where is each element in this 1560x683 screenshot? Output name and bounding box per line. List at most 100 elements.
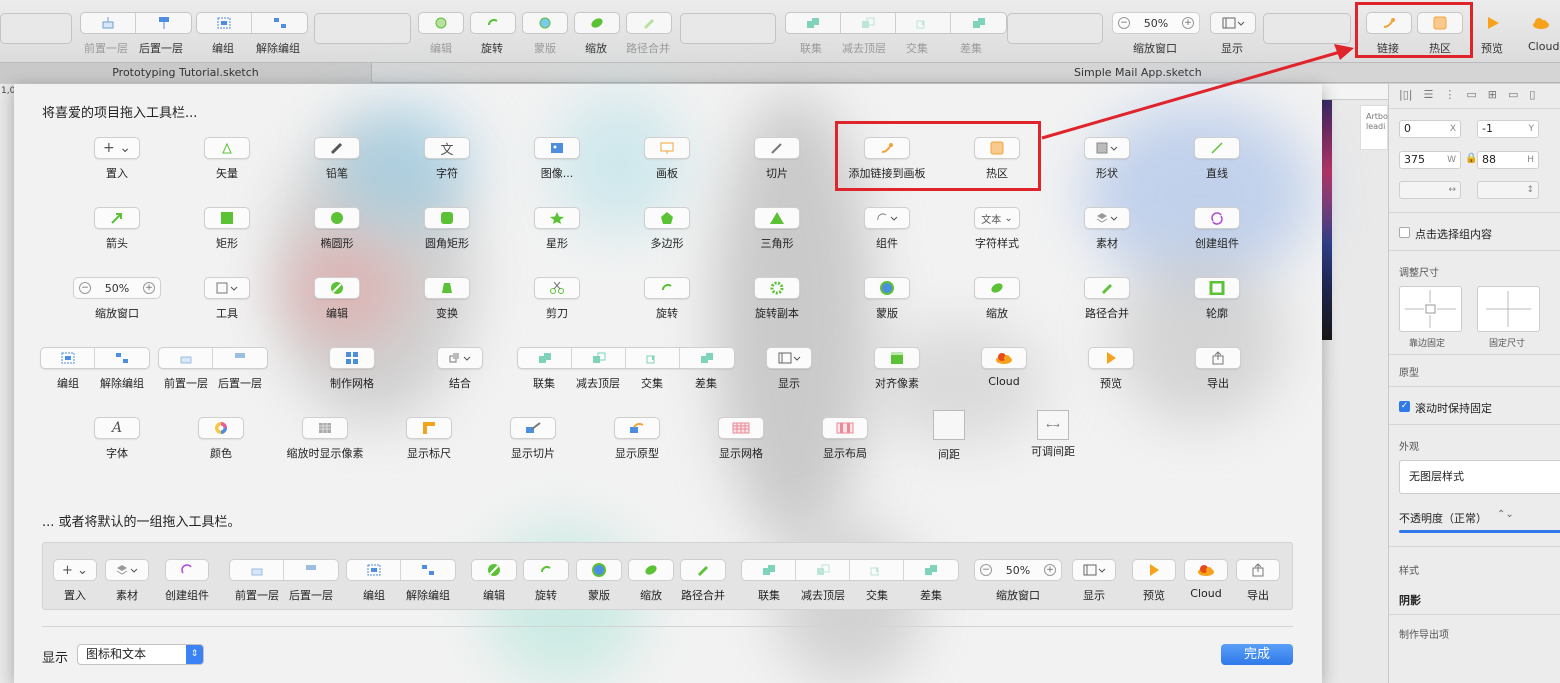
shadow-label[interactable]: 阴影	[1399, 592, 1421, 608]
item-pencil[interactable]: 铅笔	[282, 137, 392, 181]
forward-button[interactable]	[81, 13, 136, 33]
align-left-icon[interactable]: |▯|	[1399, 88, 1412, 101]
x-field[interactable]: 0X	[1399, 120, 1461, 138]
scale-button[interactable]	[574, 12, 620, 34]
backward-seg[interactable]	[213, 348, 267, 368]
item-star[interactable]: 星形	[502, 207, 612, 251]
align-center-icon[interactable]: ☰	[1423, 88, 1433, 101]
flip-v-field[interactable]: ↕	[1477, 181, 1539, 199]
item-shape[interactable]: 形状	[1052, 137, 1162, 181]
opacity-chevron-icon[interactable]: ⌃⌄	[1497, 509, 1514, 520]
forward-seg[interactable]	[159, 348, 213, 368]
backward-button[interactable]	[136, 13, 191, 33]
item-text[interactable]: 文字符	[392, 137, 502, 181]
align-bottom-icon[interactable]: ▭	[1508, 88, 1518, 101]
align-top-icon[interactable]: ▭	[1466, 88, 1476, 101]
item-rectangle[interactable]: 矩形	[172, 207, 282, 251]
item-scale[interactable]: 缩放	[942, 277, 1052, 321]
item-cloud[interactable]: Cloud	[949, 347, 1059, 388]
flatten-button[interactable]	[626, 12, 672, 34]
show-mode-select[interactable]: 图标和文本 ⇕	[77, 644, 204, 665]
item-transform[interactable]: 变换	[392, 277, 502, 321]
item-image[interactable]: 图像...	[502, 137, 612, 181]
item-mask[interactable]: 蒙版	[832, 277, 942, 321]
intersect-button[interactable]	[896, 13, 951, 33]
item-scissors[interactable]: 剪刀	[502, 277, 612, 321]
item-show-prototyping[interactable]: 显示原型	[582, 417, 692, 461]
ungroup-button[interactable]	[252, 13, 307, 33]
item-text-style[interactable]: 文本 ⌄ 字符样式	[942, 207, 1052, 251]
item-colors[interactable]: 颜色	[166, 417, 276, 461]
item-show-rulers[interactable]: 显示标尺	[374, 417, 484, 461]
y-field[interactable]: -1 Y	[1477, 120, 1539, 138]
difference-button[interactable]	[951, 13, 1006, 33]
w-field[interactable]: 375 W	[1399, 151, 1461, 169]
item-arrow[interactable]: 箭头	[62, 207, 172, 251]
export-label[interactable]: 制作导出项	[1399, 626, 1449, 641]
item-outline[interactable]: 轮廓	[1162, 277, 1272, 321]
ungroup-seg[interactable]	[95, 348, 149, 368]
item-rotate-copies[interactable]: 旋转副本	[722, 277, 832, 321]
item-flatten[interactable]: 路径合并	[1052, 277, 1162, 321]
subtract-seg[interactable]	[572, 348, 626, 368]
subtract-button[interactable]	[841, 13, 896, 33]
opacity-slider[interactable]	[1399, 530, 1560, 533]
item-edit[interactable]: 编辑	[282, 277, 392, 321]
item-boolean-ops[interactable]: 联集 减去顶层 交集 差集	[517, 347, 735, 391]
item-flexible-space[interactable]: ←→ 可调间距	[998, 410, 1108, 459]
item-rotate[interactable]: 旋转	[612, 277, 722, 321]
cloud-button[interactable]	[1521, 12, 1560, 34]
lock-icon[interactable]: 🔒	[1465, 153, 1477, 164]
item-export[interactable]: 导出	[1163, 347, 1273, 391]
item-show-pixels[interactable]: 缩放时显示像素	[270, 417, 380, 461]
item-pixel-align[interactable]: 对齐像素	[842, 347, 952, 391]
group-button[interactable]	[197, 13, 252, 33]
item-forward-backward[interactable]: 前置一层 后置一层	[158, 347, 268, 391]
item-font[interactable]: A 字体	[62, 417, 172, 461]
item-zoom[interactable]: − 50% + 缩放窗口	[62, 277, 172, 321]
item-line[interactable]: 直线	[1162, 137, 1272, 181]
done-button[interactable]: 完成	[1221, 644, 1293, 665]
item-combine[interactable]: 结合	[405, 347, 515, 391]
distribute-v-icon[interactable]: ▯	[1529, 88, 1535, 101]
item-symbol[interactable]: 组件	[832, 207, 942, 251]
item-show-grid[interactable]: 显示网格	[686, 417, 796, 461]
pin-edge-widget[interactable]	[1399, 286, 1462, 332]
item-assets[interactable]: 素材	[1052, 207, 1162, 251]
item-space[interactable]: 间距	[894, 410, 1004, 462]
item-triangle[interactable]: 三角形	[722, 207, 832, 251]
item-preview[interactable]: 预览	[1056, 347, 1166, 391]
fix-scroll-checkbox[interactable]: ✓	[1399, 401, 1410, 412]
preview-button[interactable]	[1473, 12, 1513, 34]
union-seg[interactable]	[518, 348, 572, 368]
view-button[interactable]	[1210, 12, 1256, 34]
item-tools[interactable]: 工具	[172, 277, 282, 321]
zoom-out-icon[interactable]: −	[1118, 17, 1130, 29]
item-insert[interactable]: + ⌄ 置入	[62, 137, 172, 181]
layer-style-select[interactable]: 无图层样式	[1399, 460, 1560, 494]
item-view[interactable]: 显示	[734, 347, 844, 391]
difference-seg[interactable]	[680, 348, 734, 368]
zoom-stepper[interactable]: − 50% +	[1112, 12, 1200, 34]
group-seg[interactable]	[41, 348, 95, 368]
tab-simple-mail-app[interactable]: Simple Mail App.sketch	[666, 63, 1560, 83]
edit-button[interactable]	[418, 12, 464, 34]
h-field[interactable]: 88 H	[1477, 151, 1539, 169]
item-make-grid[interactable]: 制作网格	[297, 347, 407, 391]
align-middle-icon[interactable]: ⊞	[1488, 88, 1497, 101]
zoom-in-icon[interactable]: +	[1181, 17, 1194, 29]
click-through-checkbox[interactable]	[1399, 227, 1410, 238]
item-group-ungroup[interactable]: 编组 解除编组	[40, 347, 150, 391]
item-polygon[interactable]: 多边形	[612, 207, 722, 251]
mask-button[interactable]	[522, 12, 568, 34]
distribute-icon[interactable]: ⋮	[1444, 88, 1455, 101]
default-toolbar-set[interactable]: + ⌄ 置入 素材 创建组件 前置一层 后置一层 编组 解除编组 编辑 旋转 蒙版 缩…	[42, 542, 1293, 610]
item-show-slices[interactable]: 显示切片	[478, 417, 588, 461]
item-show-layout[interactable]: 显示布局	[790, 417, 900, 461]
item-vector[interactable]: 矢量	[172, 137, 282, 181]
fix-size-widget[interactable]	[1477, 286, 1540, 332]
union-button[interactable]	[786, 13, 841, 33]
item-artboard[interactable]: 画板	[612, 137, 722, 181]
tab-prototyping-tutorial[interactable]: Prototyping Tutorial.sketch	[0, 63, 372, 83]
rotate-button[interactable]	[470, 12, 516, 34]
